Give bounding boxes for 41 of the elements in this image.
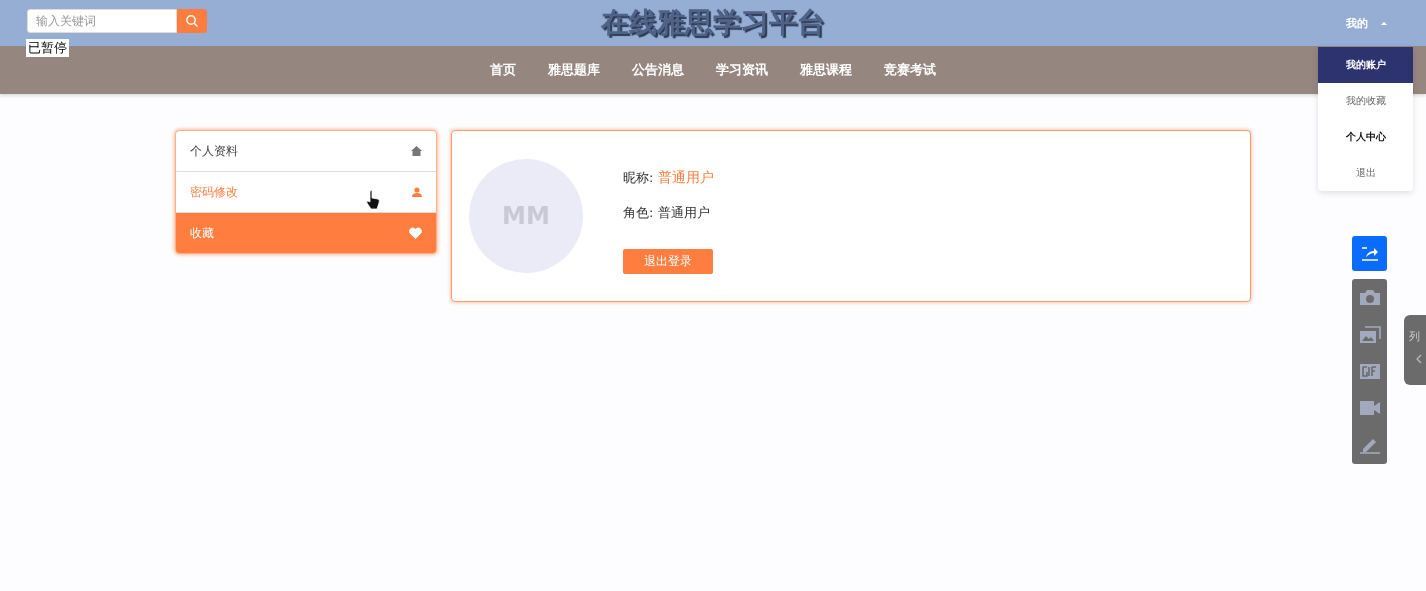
search-button[interactable] [177, 9, 207, 33]
chevron-left-icon [1416, 354, 1422, 364]
role-label: 角色: [623, 204, 654, 220]
sidebar-item[interactable]: 收藏 [176, 213, 436, 253]
home-icon [411, 146, 422, 156]
sidebar-item-label: 密码修改 [190, 183, 238, 201]
share-button[interactable] [1352, 236, 1387, 271]
nav-link[interactable]: 公告消息 [617, 55, 699, 85]
logout-button[interactable]: 退出登录 [623, 248, 713, 274]
account-menu-button[interactable]: 我的 [1342, 11, 1392, 35]
role-value: 普通用户 [657, 204, 710, 220]
list-panel-tab[interactable]: 列 [1404, 315, 1426, 385]
paused-label: 已暂停 [26, 39, 69, 57]
site-title: 在线雅思学习平台 [601, 5, 825, 41]
sidebar-item-label: 收藏 [190, 224, 214, 242]
nav-link[interactable]: 竞赛考试 [869, 55, 951, 85]
dropdown-item[interactable]: 我的账户 [1318, 47, 1413, 83]
search-icon [185, 14, 199, 28]
nav-link[interactable]: 学习资讯 [701, 55, 783, 85]
dropdown-item[interactable]: 我的收藏 [1318, 83, 1413, 119]
nav-link[interactable]: 雅思课程 [785, 55, 867, 85]
caret-icon [1380, 20, 1388, 26]
share-icon [1360, 245, 1379, 262]
user-icon [412, 187, 422, 197]
dropdown-item[interactable]: 个人中心 [1318, 119, 1413, 155]
nickname-value: 普通用户 [657, 168, 714, 185]
nickname-label: 昵称: [623, 169, 654, 185]
image-icon[interactable] [1358, 325, 1381, 344]
dropdown-item[interactable]: 退出 [1318, 155, 1413, 191]
camera-icon[interactable] [1358, 288, 1381, 306]
search-field[interactable]: 输入关键词 [27, 9, 177, 33]
nav-link[interactable]: 首页 [475, 55, 531, 85]
gif-icon[interactable] [1358, 363, 1381, 381]
sidebar-item[interactable]: 个人资料 [176, 131, 436, 172]
video-icon[interactable] [1358, 400, 1381, 417]
nav-link[interactable]: 雅思题库 [533, 55, 615, 85]
cursor-icon [366, 190, 380, 210]
list-panel-label: 列 [1409, 329, 1420, 344]
pen-icon[interactable] [1358, 436, 1381, 455]
heart-icon [409, 227, 422, 239]
sidebar-item-label: 个人资料 [190, 142, 238, 160]
